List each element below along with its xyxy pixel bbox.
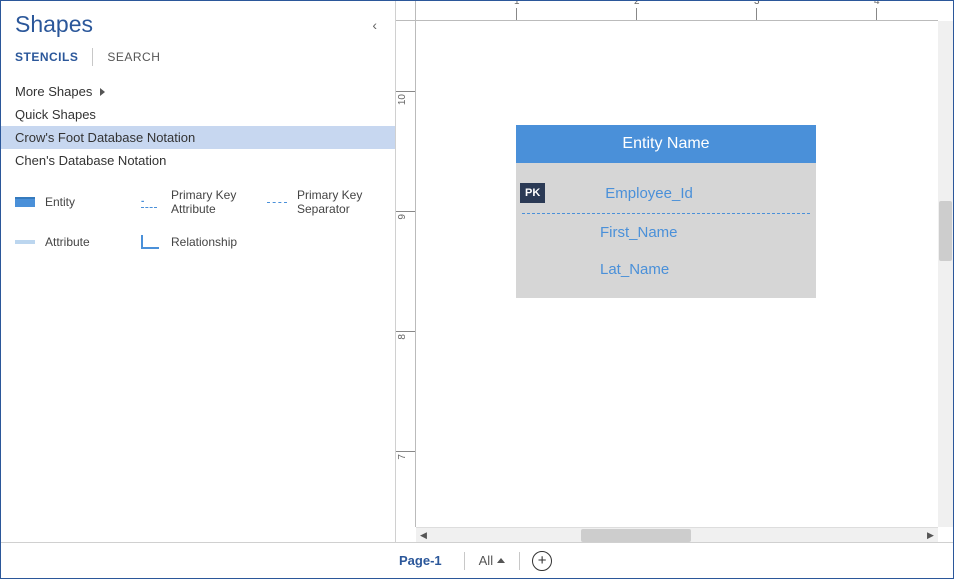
stencil-crows-foot[interactable]: Crow's Foot Database Notation (1, 126, 395, 149)
v-tick-label: 8 (397, 334, 408, 340)
all-pages-button[interactable]: All (477, 549, 507, 572)
tab-separator (92, 48, 93, 66)
hscroll-thumb[interactable] (581, 529, 691, 542)
shapes-header: Shapes ‹ (1, 1, 395, 42)
more-shapes-item[interactable]: More Shapes (1, 80, 395, 103)
vertical-scrollbar[interactable] (938, 21, 953, 527)
shape-label: Primary Key Attribute (171, 188, 255, 217)
shape-label: Entity (45, 195, 75, 209)
pk-attribute-icon: - (141, 196, 157, 208)
drawing-canvas[interactable]: Entity Name PK Employee_Id First_Name (416, 21, 938, 527)
entity-shape[interactable]: Entity Name PK Employee_Id First_Name (516, 125, 816, 298)
relationship-icon (141, 235, 159, 249)
attribute-icon (15, 240, 35, 244)
h-tick-label: 3 (754, 1, 760, 7)
shape-pk-attribute[interactable]: - Primary Key Attribute (135, 186, 261, 219)
canvas-area: 1 2 3 4 10 9 8 7 Entity Name (396, 1, 953, 542)
v-tick-label: 10 (397, 94, 408, 105)
horizontal-ruler: 1 2 3 4 (416, 1, 938, 21)
entity-body: PK Employee_Id First_Name Lat_Name (516, 163, 816, 298)
entity-attr: Employee_Id (605, 185, 693, 202)
entity-row[interactable]: First_Name (516, 214, 816, 251)
shape-label: Attribute (45, 235, 90, 249)
shape-attribute[interactable]: Attribute (9, 233, 135, 251)
shape-entity[interactable]: Entity (9, 186, 135, 219)
shapes-pane: Shapes ‹ STENCILS SEARCH More Shapes Qui… (1, 1, 396, 542)
h-tick-label: 4 (874, 1, 880, 7)
stencil-list: More Shapes Quick Shapes Crow's Foot Dat… (1, 74, 395, 172)
all-label: All (479, 553, 493, 568)
app-root: Shapes ‹ STENCILS SEARCH More Shapes Qui… (1, 1, 953, 578)
shape-label: Primary Key Separator (297, 188, 381, 217)
chevron-up-icon (497, 558, 505, 563)
h-tick-label: 2 (634, 1, 640, 7)
horizontal-scrollbar[interactable]: ◀ ▶ (416, 527, 938, 542)
h-tick-label: 1 (514, 1, 520, 7)
shape-relationship[interactable]: Relationship (135, 233, 261, 251)
ruler-corner (396, 1, 416, 21)
tab-stencils[interactable]: STENCILS (15, 48, 78, 66)
vertical-ruler: 10 9 8 7 (396, 21, 416, 527)
more-shapes-label: More Shapes (15, 84, 92, 99)
shapes-title: Shapes (15, 11, 93, 38)
entity-attr: First_Name (600, 224, 678, 241)
collapse-pane-button[interactable]: ‹ (368, 13, 381, 37)
v-tick-label: 7 (397, 454, 408, 460)
main-area: Shapes ‹ STENCILS SEARCH More Shapes Qui… (1, 1, 953, 542)
pk-badge: PK (520, 183, 545, 203)
page-footer: Page-1 All + (1, 542, 953, 578)
add-page-button[interactable]: + (532, 551, 552, 571)
footer-separator (464, 552, 465, 570)
v-tick-label: 9 (397, 214, 408, 220)
vscroll-thumb[interactable] (939, 201, 952, 261)
pk-separator-icon (267, 202, 287, 203)
entity-attr: Lat_Name (600, 261, 669, 278)
page-tab[interactable]: Page-1 (389, 547, 452, 574)
quick-shapes-item[interactable]: Quick Shapes (1, 103, 395, 126)
tab-search[interactable]: SEARCH (107, 48, 160, 66)
hscroll-right-arrow[interactable]: ▶ (923, 528, 938, 543)
entity-icon (15, 197, 35, 207)
entity-row[interactable]: Lat_Name (516, 251, 816, 288)
hscroll-track[interactable] (431, 528, 923, 542)
entity-row-pk[interactable]: PK Employee_Id (516, 173, 816, 213)
shape-pk-separator[interactable]: Primary Key Separator (261, 186, 387, 219)
canvas-body: 10 9 8 7 Entity Name PK Employee_Id (396, 21, 953, 527)
footer-separator (519, 552, 520, 570)
shape-label: Relationship (171, 235, 237, 249)
hscroll-left-arrow[interactable]: ◀ (416, 528, 431, 543)
shape-palette: Entity - Primary Key Attribute Primary K… (1, 172, 395, 265)
entity-title[interactable]: Entity Name (516, 125, 816, 163)
stencil-chen[interactable]: Chen's Database Notation (1, 149, 395, 172)
shapes-tabs: STENCILS SEARCH (1, 42, 395, 74)
chevron-right-icon (100, 88, 105, 96)
